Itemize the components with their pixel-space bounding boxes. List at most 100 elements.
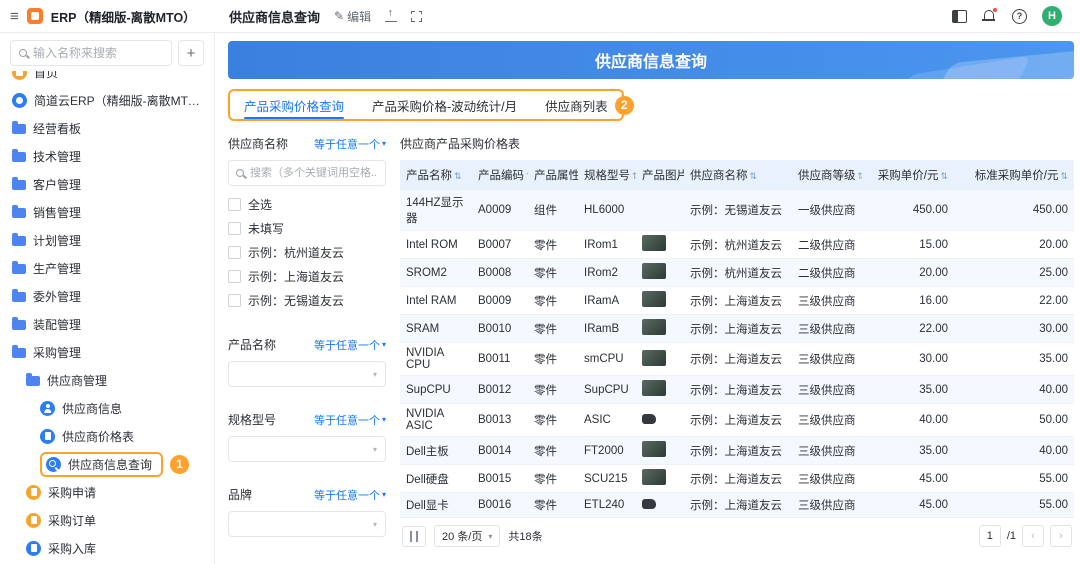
column-settings-icon[interactable] <box>402 526 426 547</box>
sidebar-item[interactable]: 首页 <box>6 71 208 86</box>
folder-icon <box>26 376 40 386</box>
sidebar-search-box[interactable] <box>10 40 172 66</box>
table-cell: 示例：上海道友云 <box>684 437 792 465</box>
filter-checkbox-option[interactable]: 示例：无锡道友云 <box>228 288 386 312</box>
sidebar-item[interactable]: 技术管理 <box>6 142 208 170</box>
column-header-label: 产品图片 <box>642 170 684 182</box>
column-header[interactable]: 采购单价/元⇅ <box>862 160 954 190</box>
checkbox[interactable] <box>228 270 241 283</box>
table-cell: 45.00 <box>862 493 954 518</box>
table-row[interactable]: Intel RAMB0009零件IRamA示例：上海道友云三级供应商16.002… <box>400 287 1074 315</box>
filter-operator-dropdown[interactable]: 等于任意一个▾ <box>314 412 386 428</box>
tab-inactive[interactable]: 产品采购价格-波动统计/月 <box>372 89 517 121</box>
table-row[interactable]: NVIDIA CPUB0011零件smCPU示例：上海道友云三级供应商30.00… <box>400 343 1074 376</box>
sidebar-item[interactable]: 采购订单 <box>6 506 208 534</box>
sidebar-search-row: + <box>0 33 214 71</box>
sidebar-search-input[interactable] <box>33 46 163 60</box>
product-image-thumbnail[interactable] <box>642 235 666 251</box>
panel-toggle-icon[interactable] <box>952 10 967 23</box>
product-image-thumbnail[interactable] <box>642 291 666 307</box>
checkbox[interactable] <box>228 294 241 307</box>
column-header[interactable]: 规格型号⇅ <box>578 160 636 190</box>
product-image-thumbnail[interactable] <box>642 319 666 335</box>
checkbox[interactable] <box>228 198 241 211</box>
sidebar-item[interactable]: 供应商信息查询1 <box>6 450 208 478</box>
product-image-thumbnail[interactable] <box>642 499 656 509</box>
product-image-thumbnail[interactable] <box>642 414 656 424</box>
table-row[interactable]: SupCPUB0012零件SupCPU示例：上海道友云三级供应商35.0040.… <box>400 376 1074 404</box>
sort-icon[interactable]: ⇅ <box>454 171 462 181</box>
sidebar-item[interactable]: 经营看板 <box>6 114 208 142</box>
sort-icon[interactable]: ⇅ <box>632 171 636 181</box>
product-image-thumbnail[interactable] <box>642 441 666 457</box>
column-header[interactable]: 供应商名称⇅ <box>684 160 792 190</box>
sidebar-item[interactable]: 销售管理 <box>6 198 208 226</box>
column-header[interactable]: 标准采购单价/元⇅ <box>954 160 1074 190</box>
table-cell: 40.00 <box>954 437 1074 465</box>
tab-inactive[interactable]: 供应商列表 <box>545 89 608 121</box>
sidebar-item[interactable]: 采购入库 <box>6 534 208 562</box>
sidebar-item[interactable]: 供应商价格表 <box>6 422 208 450</box>
help-icon[interactable] <box>1012 9 1027 24</box>
product-image-thumbnail[interactable] <box>642 380 666 396</box>
filter-select[interactable]: ▾ <box>228 361 386 387</box>
table-row[interactable]: Dell主板B0014零件FT2000示例：上海道友云三级供应商35.0040.… <box>400 437 1074 465</box>
current-page-box[interactable]: 1 <box>979 525 1001 547</box>
filter-operator-dropdown[interactable]: 等于任意一个▾ <box>314 337 386 353</box>
product-image-thumbnail[interactable] <box>642 469 666 485</box>
sort-icon[interactable]: ⇅ <box>526 171 528 181</box>
fullscreen-icon[interactable] <box>411 11 422 22</box>
filter-checkbox-option[interactable]: 示例：上海道友云 <box>228 264 386 288</box>
column-header[interactable]: 供应商等级⇅ <box>792 160 862 190</box>
filter-operator-dropdown[interactable]: 等于任意一个▾ <box>314 487 386 503</box>
table-row[interactable]: Dell硬盘B0015零件SCU215示例：上海道友云三级供应商45.0055.… <box>400 465 1074 493</box>
tab-active[interactable]: 产品采购价格查询 <box>244 89 344 121</box>
filter-checkbox-option[interactable]: 示例：杭州道友云 <box>228 240 386 264</box>
sidebar-item[interactable]: 生产管理 <box>6 254 208 282</box>
column-header[interactable]: 产品编码⇅ <box>472 160 528 190</box>
table-row[interactable]: SROM2B0008零件IRom2示例：杭州道友云二级供应商20.0025.00 <box>400 259 1074 287</box>
column-header[interactable]: 产品名称⇅ <box>400 160 472 190</box>
sidebar-item[interactable]: 计划管理 <box>6 226 208 254</box>
sidebar-item[interactable]: 采购申请 <box>6 478 208 506</box>
sort-icon[interactable]: ⇅ <box>750 171 758 181</box>
checkbox[interactable] <box>228 246 241 259</box>
filter-operator-dropdown[interactable]: 等于任意一个▾ <box>314 136 386 152</box>
sidebar-item[interactable]: 供应商信息 <box>6 394 208 422</box>
filter-checkbox-option[interactable]: 未填写 <box>228 216 386 240</box>
product-image-thumbnail[interactable] <box>642 350 666 366</box>
sidebar-item[interactable]: 采购管理 <box>6 338 208 366</box>
sidebar-item[interactable]: 简道云ERP（精细版-离散MTO）「... <box>6 86 208 114</box>
hamburger-menu-icon[interactable]: ≡ <box>10 8 19 25</box>
prev-page-button[interactable]: ‹ <box>1022 525 1044 547</box>
sidebar-item[interactable]: 供应商管理 <box>6 366 208 394</box>
filter-select[interactable]: ▾ <box>228 511 386 537</box>
edit-button[interactable]: 编辑 <box>334 8 371 25</box>
column-header[interactable]: 产品属性⇅ <box>528 160 578 190</box>
filter-search-input[interactable] <box>250 167 378 179</box>
sidebar-item[interactable]: 委外管理 <box>6 282 208 310</box>
sort-icon[interactable]: ⇅ <box>858 171 863 181</box>
table-row[interactable]: 144HZ显示器A0009组件HL6000示例：无锡道友云一级供应商450.00… <box>400 190 1074 231</box>
product-image-thumbnail[interactable] <box>642 263 666 279</box>
table-row[interactable]: Dell显卡B0016零件ETL240示例：上海道友云三级供应商45.0055.… <box>400 493 1074 518</box>
filter-select[interactable]: ▾ <box>228 436 386 462</box>
share-upload-icon[interactable] <box>385 9 397 23</box>
filter-search-box[interactable] <box>228 160 386 186</box>
sidebar-item[interactable]: 客户管理 <box>6 170 208 198</box>
checkbox[interactable] <box>228 222 241 235</box>
next-page-button[interactable]: › <box>1050 525 1072 547</box>
sort-icon[interactable]: ⇅ <box>940 171 948 181</box>
table-row[interactable]: NVIDIA ASICB0013零件ASIC示例：上海道友云三级供应商40.00… <box>400 404 1074 437</box>
filter-checkbox-option[interactable]: 全选 <box>228 192 386 216</box>
column-header[interactable]: 产品图片⇅ <box>636 160 684 190</box>
table-cell: NVIDIA ASIC <box>400 404 472 437</box>
sort-icon[interactable]: ⇅ <box>1060 171 1068 181</box>
add-button[interactable]: + <box>178 40 204 66</box>
page-size-select[interactable]: 20 条/页 ▾ <box>434 525 500 547</box>
table-row[interactable]: SRAMB0010零件IRamB示例：上海道友云三级供应商22.0030.00 <box>400 315 1074 343</box>
table-row[interactable]: Intel ROMB0007零件IRom1示例：杭州道友云二级供应商15.002… <box>400 231 1074 259</box>
sidebar-item[interactable]: 装配管理 <box>6 310 208 338</box>
user-avatar[interactable]: H <box>1042 6 1062 26</box>
notification-bell-icon[interactable] <box>982 9 997 23</box>
